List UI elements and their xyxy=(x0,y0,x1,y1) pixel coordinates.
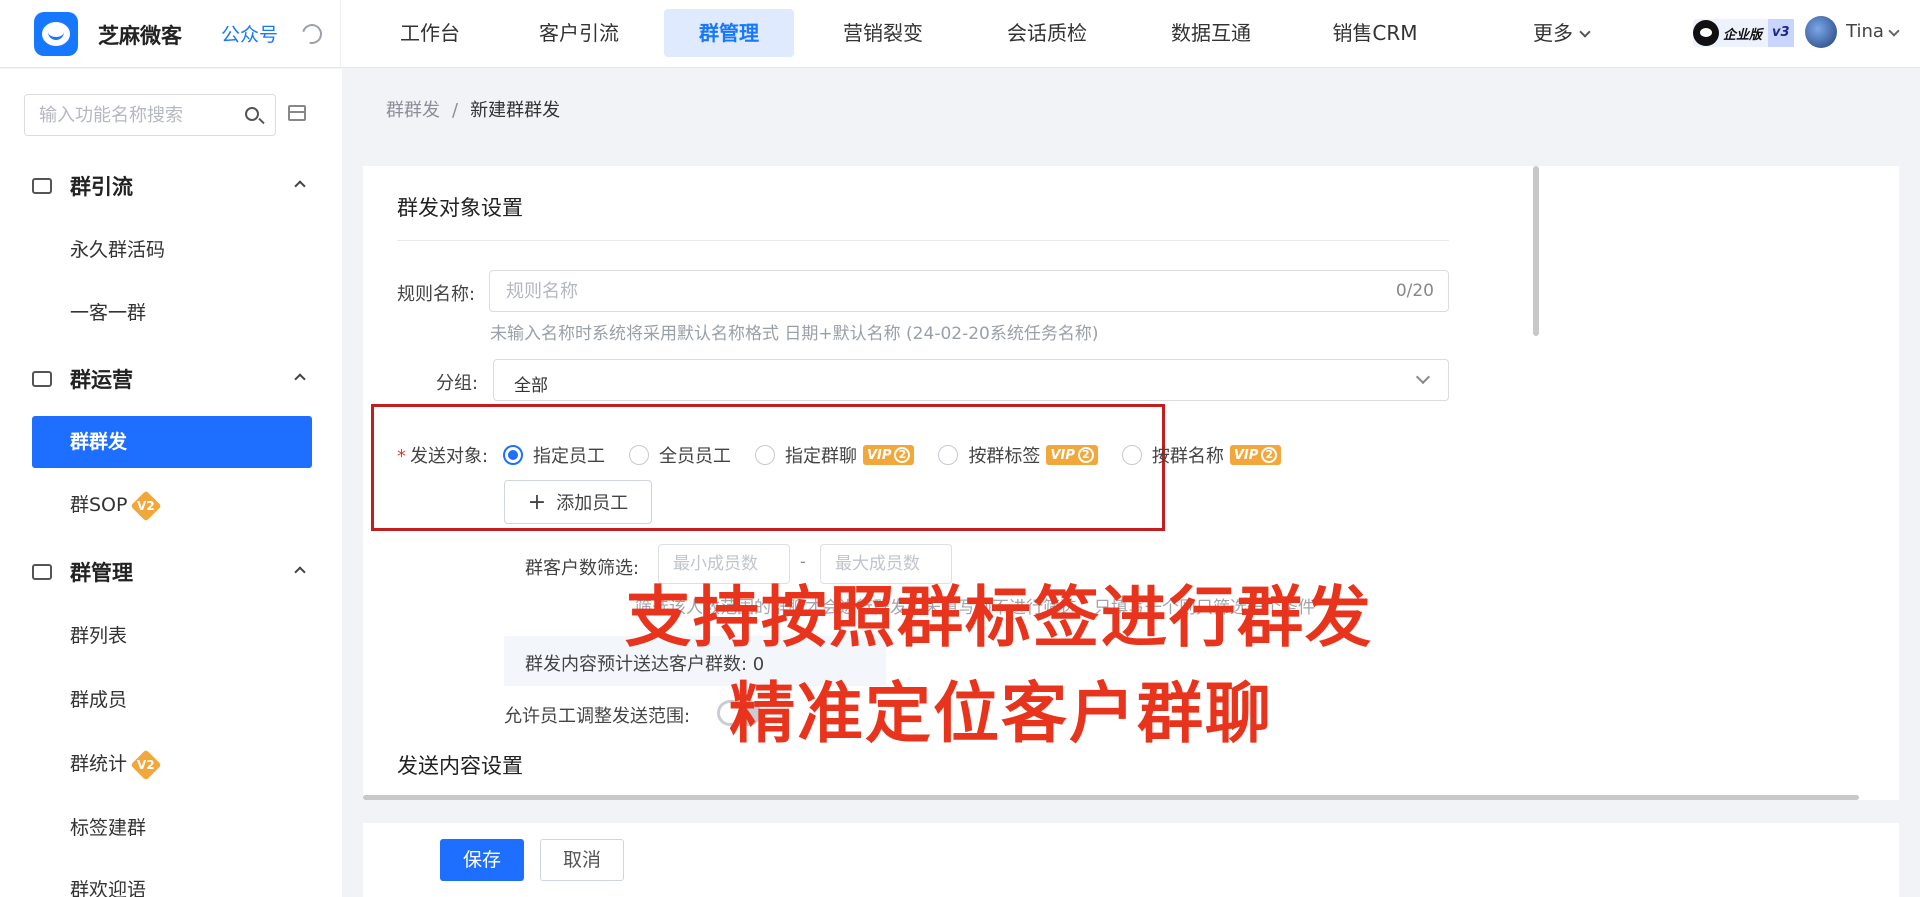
chat-icon xyxy=(32,371,52,387)
nav-sales-crm[interactable]: 销售CRM xyxy=(1300,9,1450,57)
chevron-down-icon[interactable] xyxy=(1888,25,1900,37)
main-nav: 工作台 客户引流 群管理 营销裂变 会话质检 数据互通 销售CRM 更多 xyxy=(370,9,1636,57)
sidebar-item-label: 群统计 xyxy=(70,753,128,775)
search-input[interactable] xyxy=(25,95,225,135)
vip-badge: VIP 2 xyxy=(1229,445,1282,465)
sidebar-item-permanent-qr[interactable]: 永久群活码 xyxy=(70,235,165,265)
required-mark: * xyxy=(397,446,406,467)
form-card: 群发对象设置 规则名称: 0/20 未输入名称时系统将采用默认名称格式 日期+默… xyxy=(363,166,1899,800)
brand-name: 芝麻微客 xyxy=(98,24,182,48)
sidebar-group-management[interactable]: 群管理 xyxy=(32,557,312,587)
group-title: 群运营 xyxy=(70,368,133,392)
nav-conversation-qc[interactable]: 会话质检 xyxy=(972,9,1122,57)
sidebar-item-group-stats[interactable]: 群统计 V2 xyxy=(70,748,162,781)
group-select-value: 全部 xyxy=(514,376,548,396)
overlay-caption-2: 精准定位客户群聊 xyxy=(729,675,1273,752)
chevron-up-icon xyxy=(294,180,306,192)
chevron-down-icon xyxy=(1579,26,1591,38)
enterprise-version: v3 xyxy=(1768,19,1794,47)
rule-name-label: 规则名称: xyxy=(397,284,476,305)
official-account-link[interactable]: 公众号 xyxy=(221,20,278,47)
breadcrumb-separator: / xyxy=(452,100,459,121)
chevron-down-icon xyxy=(1415,369,1431,385)
vip-badge: VIP 2 xyxy=(1046,445,1098,465)
sidebar: 群引流 永久群活码 一客一群 群运营 群群发 群SOPV2 群管理 群列表 群成… xyxy=(0,69,342,897)
sidebar-item-group-list[interactable]: 群列表 xyxy=(70,621,127,651)
add-employee-button[interactable]: + 添加员工 xyxy=(504,480,652,524)
vip-badge: VIP 2 xyxy=(863,445,915,465)
section-title: 群发对象设置 xyxy=(397,196,523,220)
sidebar-group-operation[interactable]: 群运营 xyxy=(32,364,312,394)
allow-adjust-label: 允许员工调整发送范围: xyxy=(504,706,691,727)
send-target-label: * 发送对象: xyxy=(397,446,489,467)
radio-icon xyxy=(1121,445,1142,465)
sidebar-item-group-sop[interactable]: 群SOP V2 xyxy=(70,489,163,522)
horizontal-scrollbar[interactable] xyxy=(363,795,1859,800)
group-label: 分组: xyxy=(436,373,479,394)
breadcrumb-parent[interactable]: 群群发 xyxy=(386,100,440,121)
nav-customer-acquisition[interactable]: 客户引流 xyxy=(504,9,654,57)
sidebar-item-one-customer-group[interactable]: 一客一群 xyxy=(70,298,146,328)
char-counter: 0/20 xyxy=(1395,281,1434,301)
v2-badge: V2 xyxy=(130,489,163,522)
chevron-up-icon xyxy=(294,566,306,578)
plus-icon: + xyxy=(527,489,547,515)
nav-group-management[interactable]: 群管理 xyxy=(664,9,794,57)
chevron-up-icon xyxy=(294,373,306,385)
sidebar-group-acquisition[interactable]: 群引流 xyxy=(32,171,312,201)
radio-icon xyxy=(755,445,775,465)
breadcrumb-current: 新建群群发 xyxy=(470,100,561,121)
action-bar: 保存 取消 xyxy=(363,823,1899,897)
rule-name-input[interactable] xyxy=(490,271,1350,311)
radio-icon xyxy=(938,445,959,465)
sidebar-search xyxy=(24,94,276,136)
enterprise-badge: 企业版 v3 xyxy=(1693,19,1794,47)
radio-specified-staff[interactable]: 指定员工 xyxy=(503,442,605,468)
group-title: 群管理 xyxy=(70,561,133,585)
cancel-button[interactable]: 取消 xyxy=(540,839,624,881)
send-target-radio-group: 指定员工 全员员工 指定群聊 VIP 2 按群标签 VIP 2 按群名称 VIP 2 xyxy=(503,441,1305,469)
radio-by-group-tag[interactable]: 按群标签 VIP 2 xyxy=(938,442,1098,468)
nav-more-label: 更多 xyxy=(1533,21,1573,45)
rule-name-hint: 未输入名称时系统将采用默认名称格式 日期+默认名称 (24-02-20系统任务名… xyxy=(490,324,1099,344)
collapse-sidebar-icon[interactable] xyxy=(288,105,306,121)
app-logo-icon[interactable] xyxy=(34,12,78,56)
enterprise-logo-icon xyxy=(1693,20,1719,46)
save-button[interactable]: 保存 xyxy=(440,839,524,881)
vertical-scrollbar[interactable] xyxy=(1533,166,1539,336)
group-select[interactable]: 全部 xyxy=(493,359,1449,401)
divider xyxy=(397,240,1449,241)
sidebar-item-welcome[interactable]: 群欢迎语 xyxy=(70,875,146,897)
divider xyxy=(340,0,341,68)
user-add-icon xyxy=(32,178,52,194)
rule-name-field: 0/20 xyxy=(489,270,1449,312)
overlay-caption-1: 支持按照群标签进行群发 xyxy=(625,579,1373,656)
nav-more[interactable]: 更多 xyxy=(1486,9,1636,57)
radio-by-group-name[interactable]: 按群名称 VIP 2 xyxy=(1121,442,1282,468)
radio-specified-groups[interactable]: 指定群聊 VIP 2 xyxy=(755,442,915,468)
radio-all-staff[interactable]: 全员员工 xyxy=(629,442,731,468)
nav-data-interop[interactable]: 数据互通 xyxy=(1136,9,1286,57)
sidebar-item-tag-group[interactable]: 标签建群 xyxy=(70,813,146,843)
avatar[interactable] xyxy=(1805,16,1837,48)
search-icon[interactable] xyxy=(245,107,259,121)
nav-workbench[interactable]: 工作台 xyxy=(370,9,490,57)
sidebar-item-label: 群SOP xyxy=(70,494,128,516)
radio-icon xyxy=(629,445,649,465)
user-name[interactable]: Tina xyxy=(1846,21,1884,42)
enterprise-label: 企业版 xyxy=(1723,27,1763,43)
dark-mode-icon[interactable] xyxy=(298,20,326,48)
top-bar: 芝麻微客 公众号 工作台 客户引流 群管理 营销裂变 会话质检 数据互通 销售C… xyxy=(0,0,1920,68)
group-title: 群引流 xyxy=(70,175,133,199)
member-filter-label: 群客户数筛选: xyxy=(525,558,640,579)
nav-marketing-fission[interactable]: 营销裂变 xyxy=(808,9,958,57)
v2-badge: V2 xyxy=(130,748,162,781)
breadcrumb: 群群发 / 新建群群发 xyxy=(386,96,560,122)
sidebar-item-group-broadcast[interactable]: 群群发 xyxy=(32,416,312,468)
sidebar-item-group-members[interactable]: 群成员 xyxy=(70,685,127,715)
radio-checked-icon xyxy=(503,445,523,465)
section-title: 发送内容设置 xyxy=(397,754,523,778)
chat-icon xyxy=(32,564,52,580)
